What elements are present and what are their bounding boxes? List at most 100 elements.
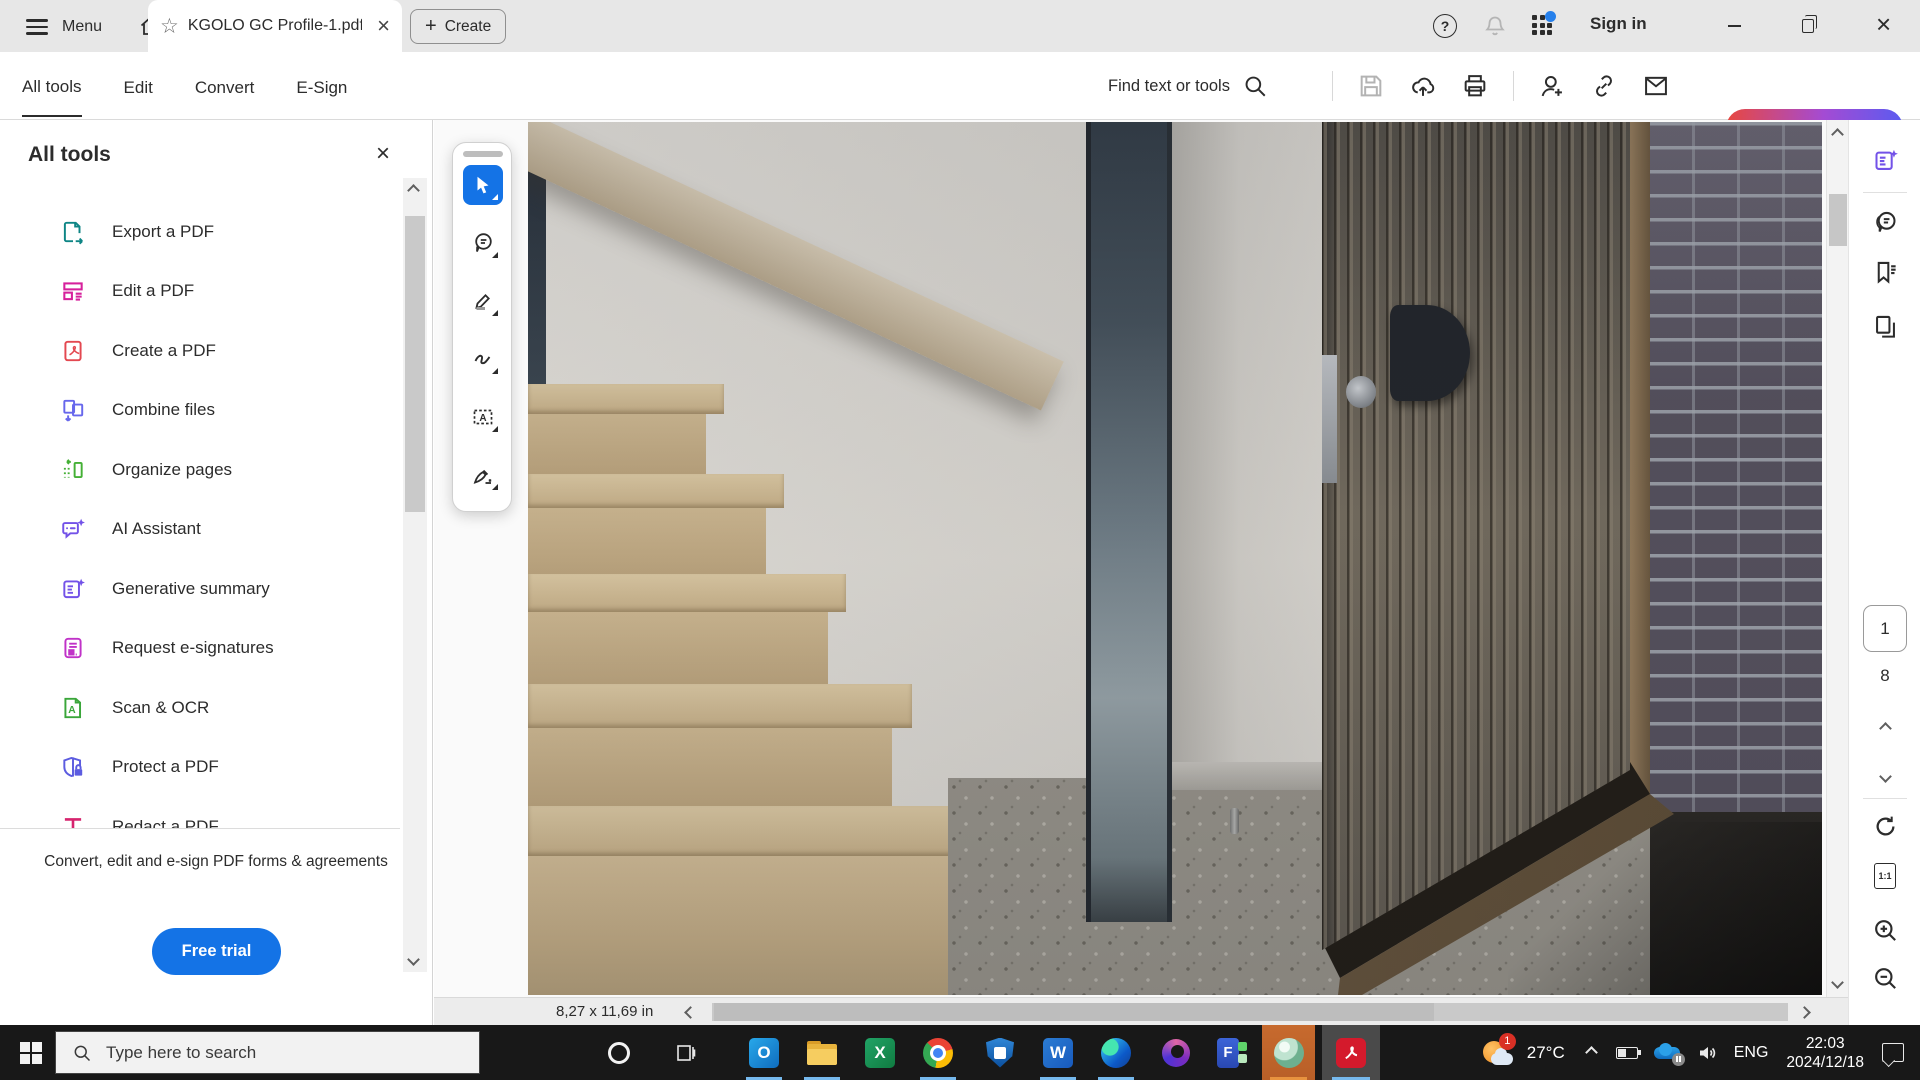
sign-tool-button[interactable] xyxy=(463,455,503,495)
share-upload-icon[interactable] xyxy=(1409,72,1437,100)
page-number-input[interactable]: 1 xyxy=(1863,605,1907,652)
tab-close-icon[interactable] xyxy=(377,15,390,38)
highlight-tool-button[interactable] xyxy=(463,281,503,321)
start-button[interactable] xyxy=(8,1025,54,1080)
panel-close-icon[interactable]: × xyxy=(376,140,390,168)
restore-button[interactable] xyxy=(1802,19,1814,33)
vscroll-up-icon[interactable] xyxy=(1831,128,1844,141)
text-box-tool-button[interactable]: A xyxy=(463,397,503,437)
apps-grid-button[interactable] xyxy=(1532,15,1552,35)
tab-edit[interactable]: Edit xyxy=(124,57,153,116)
weather-badge: 1 xyxy=(1499,1033,1516,1050)
pages-icon xyxy=(1872,313,1899,340)
vscroll-down-icon[interactable] xyxy=(1831,976,1844,989)
tool-edit-pdf[interactable]: Edit a PDF xyxy=(0,262,400,322)
taskbar-security-button[interactable] xyxy=(976,1025,1024,1080)
taskbar-office-button[interactable] xyxy=(1152,1025,1200,1080)
taskbar-chrome-button[interactable] xyxy=(914,1025,962,1080)
sidebar-scroll-thumb[interactable] xyxy=(405,216,425,512)
notifications-button[interactable] xyxy=(1483,14,1507,38)
print-icon[interactable] xyxy=(1461,72,1489,100)
document-vscrollbar[interactable] xyxy=(1826,120,1848,997)
tool-create-pdf[interactable]: Create a PDF xyxy=(0,321,400,381)
taskbar-search-input[interactable]: Type here to search xyxy=(55,1031,480,1074)
zoom-in-button[interactable] xyxy=(1871,916,1899,944)
email-icon[interactable] xyxy=(1642,72,1670,100)
tool-organize-pages[interactable]: Organize pages xyxy=(0,440,400,500)
create-button[interactable]: Create xyxy=(410,9,506,44)
tab-all-tools[interactable]: All tools xyxy=(22,56,82,117)
bookmarks-panel-button[interactable] xyxy=(1871,258,1899,286)
photo-stair-riser xyxy=(528,856,962,995)
taskbar-explorer-button[interactable] xyxy=(798,1025,846,1080)
page-thumbnails-button[interactable] xyxy=(1871,312,1899,340)
photo-exterior-shadow xyxy=(1650,812,1822,995)
toolbar-drag-handle[interactable] xyxy=(463,151,503,157)
rotate-refresh-button[interactable] xyxy=(1871,812,1899,840)
comment-tool-button[interactable] xyxy=(463,223,503,263)
tool-export-pdf[interactable]: Export a PDF xyxy=(0,202,400,262)
close-button[interactable] xyxy=(1876,14,1891,38)
hamburger-icon xyxy=(26,15,48,39)
taskbar-word-button[interactable]: W xyxy=(1034,1025,1082,1080)
help-button[interactable]: ? xyxy=(1433,14,1457,38)
onedrive-icon[interactable] xyxy=(1654,1043,1682,1063)
document-tab[interactable]: KGOLO GC Profile-1.pdf xyxy=(148,0,402,52)
volume-icon[interactable] xyxy=(1696,1041,1720,1065)
tool-generative-summary[interactable]: Generative summary xyxy=(0,559,400,619)
link-icon[interactable] xyxy=(1590,72,1618,100)
taskbar-outlook-button[interactable]: O xyxy=(740,1025,788,1080)
select-tool-button[interactable] xyxy=(463,165,503,205)
sign-in-button[interactable]: Sign in xyxy=(1590,14,1647,34)
pdf-page[interactable] xyxy=(528,122,1822,995)
vscroll-thumb[interactable] xyxy=(1829,194,1847,246)
hscroll-right-icon[interactable] xyxy=(1798,1006,1811,1019)
tool-request-esignatures[interactable]: Request e-signatures xyxy=(0,619,400,679)
taskbar-acrobat-button[interactable] xyxy=(1322,1025,1380,1080)
generative-summary-panel-button[interactable] xyxy=(1871,146,1899,174)
battery-icon[interactable] xyxy=(1616,1047,1638,1059)
taskbar-forms-button[interactable]: F xyxy=(1208,1025,1256,1080)
windows-taskbar: Type here to search O X xyxy=(0,1025,1920,1080)
favorite-star-icon[interactable] xyxy=(160,14,179,39)
tool-combine-files[interactable]: Combine files xyxy=(0,381,400,441)
tool-ai-assistant[interactable]: AI Assistant xyxy=(0,500,400,560)
find-text-button[interactable]: Find text or tools xyxy=(1108,52,1268,120)
tab-esign[interactable]: E-Sign xyxy=(296,57,347,116)
next-page-button[interactable] xyxy=(1871,762,1899,790)
comments-panel-button[interactable] xyxy=(1871,208,1899,236)
draw-tool-button[interactable] xyxy=(463,339,503,379)
menu-button[interactable]: Menu xyxy=(26,15,102,39)
temperature-label[interactable]: 27°C xyxy=(1527,1043,1565,1063)
cortana-button[interactable] xyxy=(594,1025,644,1080)
hscroll-track[interactable] xyxy=(712,1003,1788,1021)
action-center-icon[interactable] xyxy=(1882,1043,1904,1062)
taskbar-edge-button[interactable] xyxy=(1092,1025,1140,1080)
request-signatures-icon[interactable] xyxy=(1538,72,1566,100)
hscroll-thumb[interactable] xyxy=(714,1003,1434,1021)
scroll-up-icon[interactable] xyxy=(407,184,420,197)
task-view-button[interactable] xyxy=(662,1025,710,1080)
taskbar-globe-button[interactable] xyxy=(1262,1025,1315,1080)
tool-protect-pdf[interactable]: Protect a PDF xyxy=(0,738,400,798)
taskbar-excel-button[interactable]: X xyxy=(856,1025,904,1080)
scroll-down-icon[interactable] xyxy=(407,953,420,966)
zoom-out-button[interactable] xyxy=(1871,964,1899,992)
tool-redact-pdf[interactable]: Redact a PDF xyxy=(0,797,400,828)
tab-convert[interactable]: Convert xyxy=(195,57,255,116)
hscroll-left-icon[interactable] xyxy=(684,1006,697,1019)
tool-scan-ocr[interactable]: A Scan & OCR xyxy=(0,678,400,738)
save-icon[interactable] xyxy=(1357,72,1385,100)
sidebar-scrollbar[interactable] xyxy=(403,178,427,972)
photo-brick-wall xyxy=(1650,122,1822,822)
free-trial-button[interactable]: Free trial xyxy=(152,928,281,975)
minimize-button[interactable] xyxy=(1728,25,1741,27)
language-label[interactable]: ENG xyxy=(1734,1044,1769,1062)
photo-stair-riser xyxy=(528,612,828,684)
weather-icon[interactable]: 1 xyxy=(1483,1037,1517,1069)
comments-icon xyxy=(1872,209,1899,236)
tray-expand-icon[interactable] xyxy=(1585,1046,1598,1059)
previous-page-button[interactable] xyxy=(1871,714,1899,742)
fit-one-to-one-button[interactable]: 1:1 xyxy=(1871,862,1899,890)
clock[interactable]: 22:03 2024/12/18 xyxy=(1786,1034,1864,1072)
